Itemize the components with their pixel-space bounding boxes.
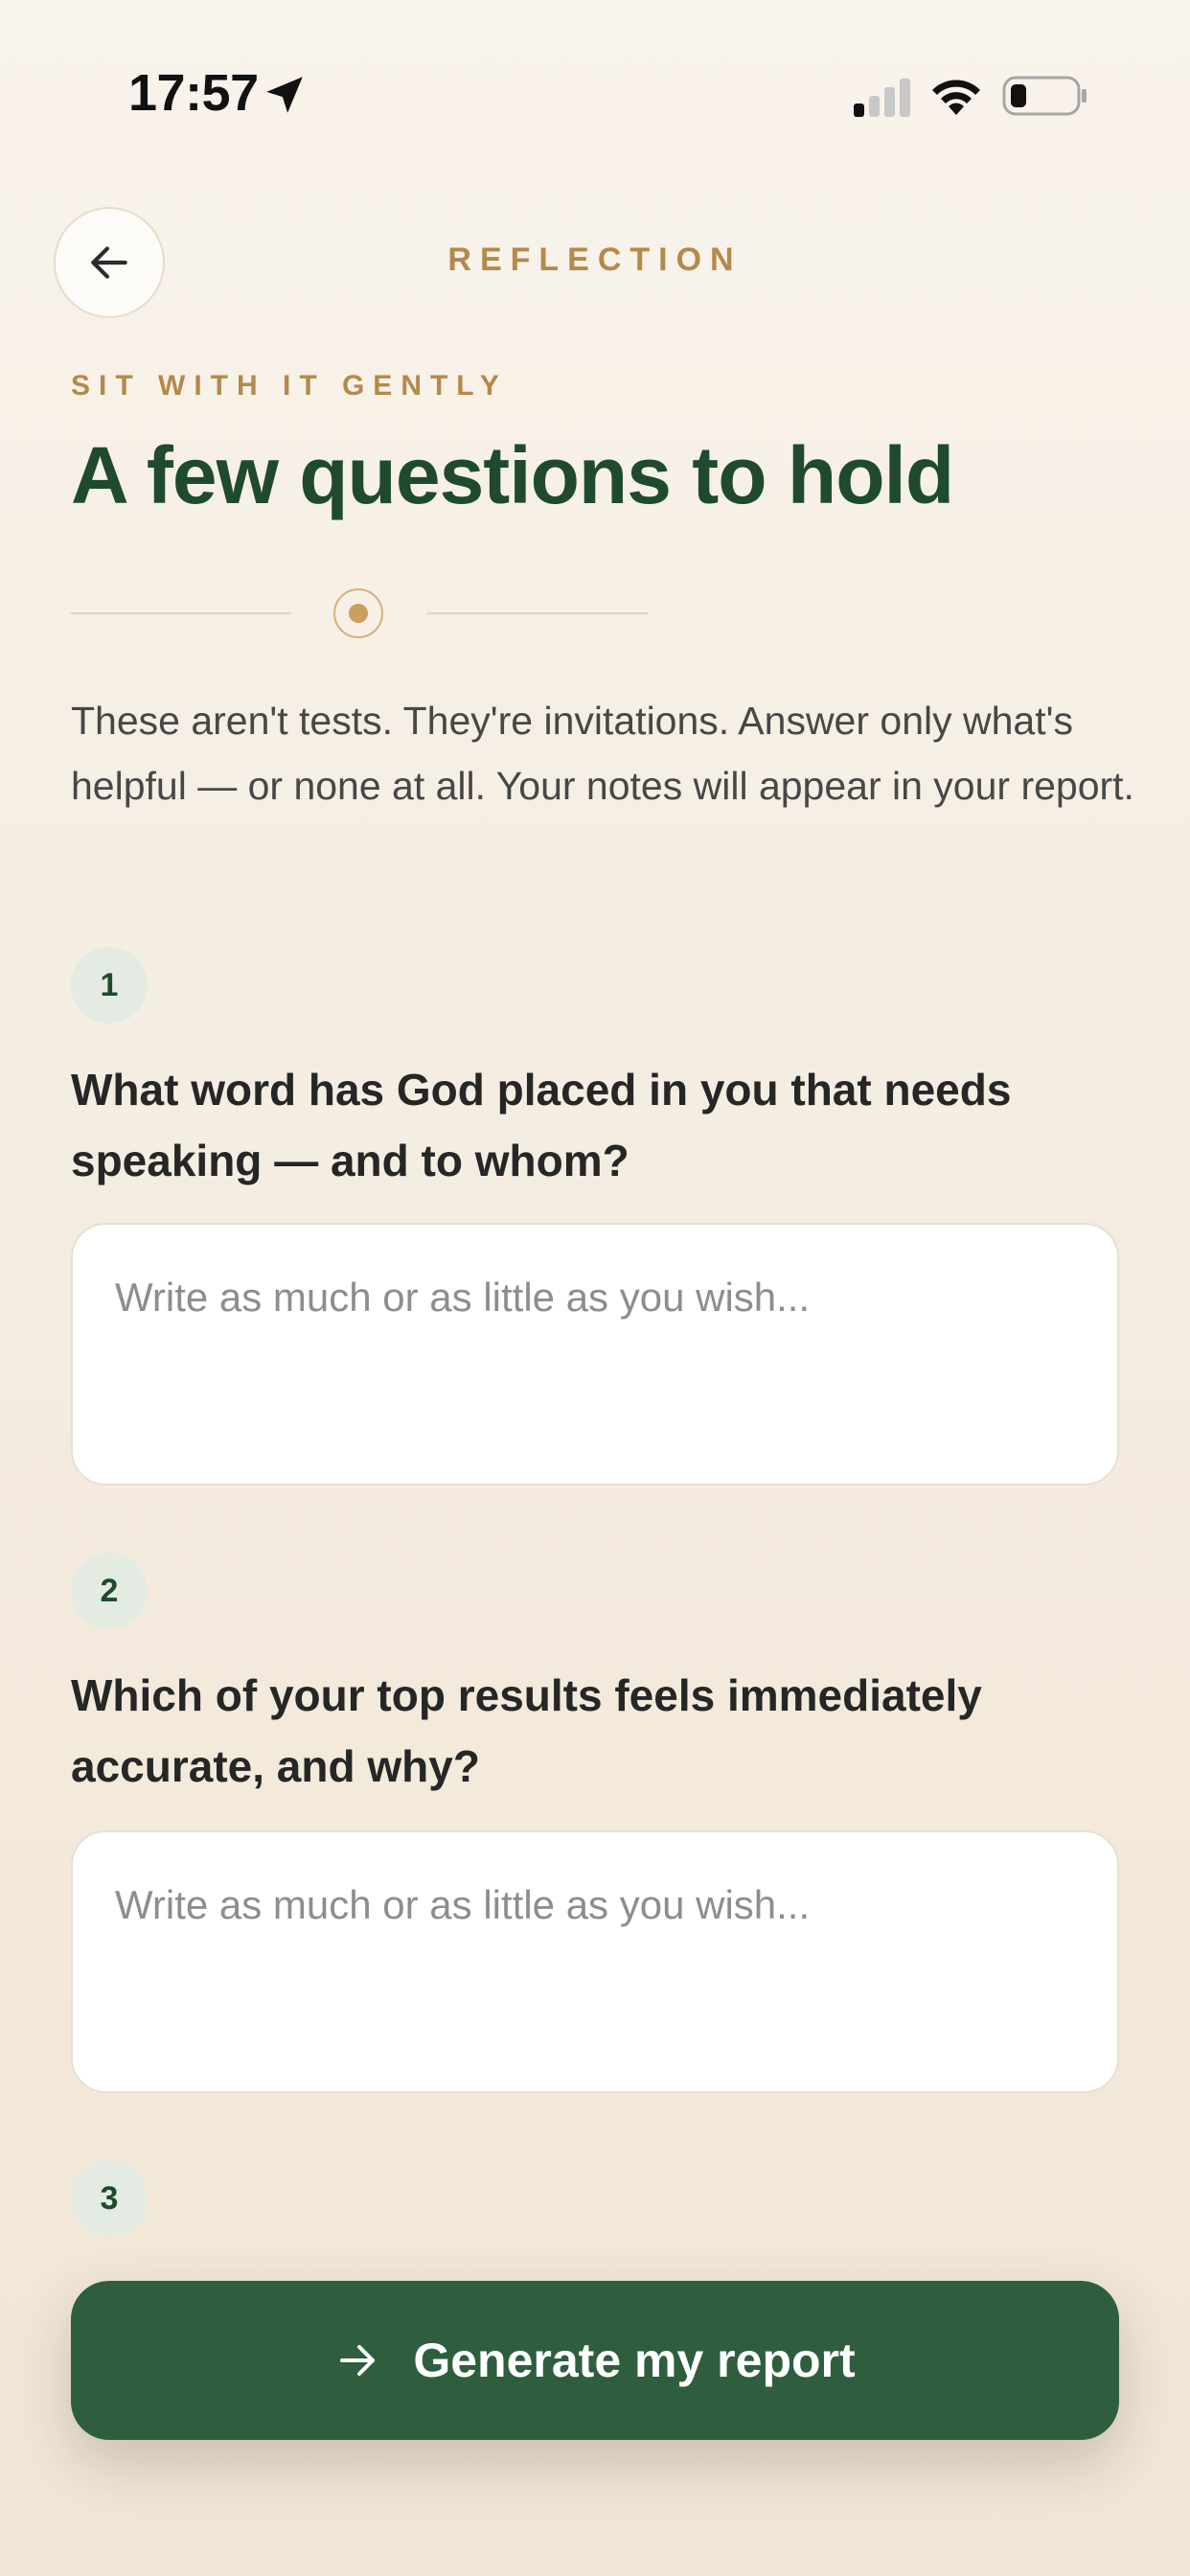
arrow-right-icon bbox=[334, 2337, 380, 2383]
question-number-badge: 1 bbox=[71, 947, 148, 1024]
question-number-badge: 2 bbox=[71, 1552, 148, 1629]
answer-input-2[interactable] bbox=[71, 1830, 1119, 2093]
eyebrow-label: SIT WITH IT GENTLY bbox=[71, 370, 508, 402]
location-arrow-icon bbox=[266, 77, 303, 113]
ornament-divider bbox=[71, 585, 650, 642]
page-title: A few questions to hold bbox=[71, 430, 954, 520]
status-time: 17:57 bbox=[128, 64, 259, 122]
answer-input-1[interactable] bbox=[71, 1223, 1119, 1485]
question-text: What word has God placed in you that nee… bbox=[71, 1065, 1012, 1185]
question-number-badge: 3 bbox=[71, 2160, 148, 2237]
generate-report-button[interactable]: Generate my report bbox=[71, 2281, 1119, 2440]
divider-line-left bbox=[71, 612, 291, 614]
divider-line-right bbox=[427, 612, 648, 614]
signal-icon bbox=[854, 79, 910, 117]
status-bar: 17:57 bbox=[0, 0, 1190, 192]
header-title: REFLECTION bbox=[447, 242, 743, 278]
question-text: Which of your top results feels immediat… bbox=[71, 1670, 982, 1791]
generate-report-label: Generate my report bbox=[413, 2334, 856, 2387]
battery-icon bbox=[1002, 76, 1087, 116]
intro-text: These aren't tests. They're invitations.… bbox=[71, 699, 1134, 808]
wifi-icon bbox=[932, 80, 980, 115]
divider-dot bbox=[349, 604, 368, 623]
